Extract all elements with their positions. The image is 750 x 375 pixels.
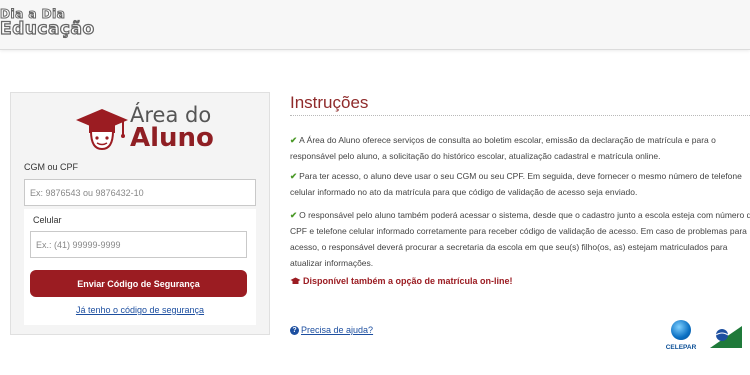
help-link-text[interactable]: Precisa de ajuda? bbox=[301, 325, 373, 335]
phone-section: Celular Enviar Código de Segurança Já te… bbox=[24, 209, 256, 325]
check-icon: ✔ bbox=[290, 210, 298, 220]
graduation-cap-icon bbox=[76, 109, 128, 151]
check-icon: ✔ bbox=[290, 135, 298, 145]
question-circle-icon: ? bbox=[290, 325, 299, 335]
note-text: Disponível também a opção de matrícula o… bbox=[303, 276, 513, 286]
site-logo[interactable]: Dia a Dia Educação bbox=[0, 8, 95, 39]
cgm-label: CGM ou CPF bbox=[24, 162, 79, 172]
instruction-text: CPF e telefone celular informado correta… bbox=[290, 226, 747, 236]
cgm-input[interactable] bbox=[24, 179, 256, 206]
celular-input[interactable] bbox=[30, 231, 247, 258]
top-header: Dia a Dia Educação bbox=[0, 0, 750, 50]
login-panel: Área do Aluno CGM ou CPF Celular Enviar … bbox=[10, 92, 270, 335]
send-code-button[interactable]: Enviar Código de Segurança bbox=[30, 270, 247, 297]
parana-flag-icon[interactable] bbox=[702, 322, 742, 348]
instruction-text: celular informado no ato da matrícula pa… bbox=[290, 187, 638, 197]
instruction-text: O responsável pelo aluno também poderá a… bbox=[299, 210, 750, 220]
instructions-title: Instruções bbox=[290, 93, 369, 112]
graduation-cap-icon bbox=[290, 277, 301, 284]
instruction-item: ✔ A Área do Aluno oferece serviços de con… bbox=[290, 132, 750, 164]
instruction-item: ✔ Para ter acesso, o aluno deve usar o se… bbox=[290, 168, 750, 200]
instruction-text: acesso, o responsável deverá procurar a … bbox=[290, 242, 728, 252]
celepar-label: CELEPAR bbox=[665, 344, 697, 351]
celepar-globe-icon bbox=[671, 320, 691, 340]
area-do-aluno-logo: Área do Aluno bbox=[75, 105, 215, 151]
instruction-text: responsável pelo aluno, a solicitação do… bbox=[290, 151, 661, 161]
instruction-text: A Área do Aluno oferece serviços de cons… bbox=[299, 135, 716, 145]
title-divider bbox=[290, 115, 750, 116]
online-enrollment-note: Disponível também a opção de matrícula o… bbox=[290, 276, 513, 286]
celepar-logo[interactable]: CELEPAR bbox=[664, 320, 698, 356]
instruction-item: ✔ O responsável pelo aluno também poderá … bbox=[290, 207, 750, 271]
instruction-text: Para ter acesso, o aluno deve usar o seu… bbox=[299, 171, 742, 181]
brand-line-2: Aluno bbox=[130, 123, 214, 153]
check-icon: ✔ bbox=[290, 171, 298, 181]
have-code-link[interactable]: Já tenho o código de segurança bbox=[24, 305, 256, 315]
celular-label: Celular bbox=[33, 215, 62, 225]
logo-line-2: Educação bbox=[0, 19, 95, 39]
help-link[interactable]: ? Precisa de ajuda? bbox=[290, 325, 373, 335]
instruction-text: atualizar informações. bbox=[290, 258, 374, 268]
